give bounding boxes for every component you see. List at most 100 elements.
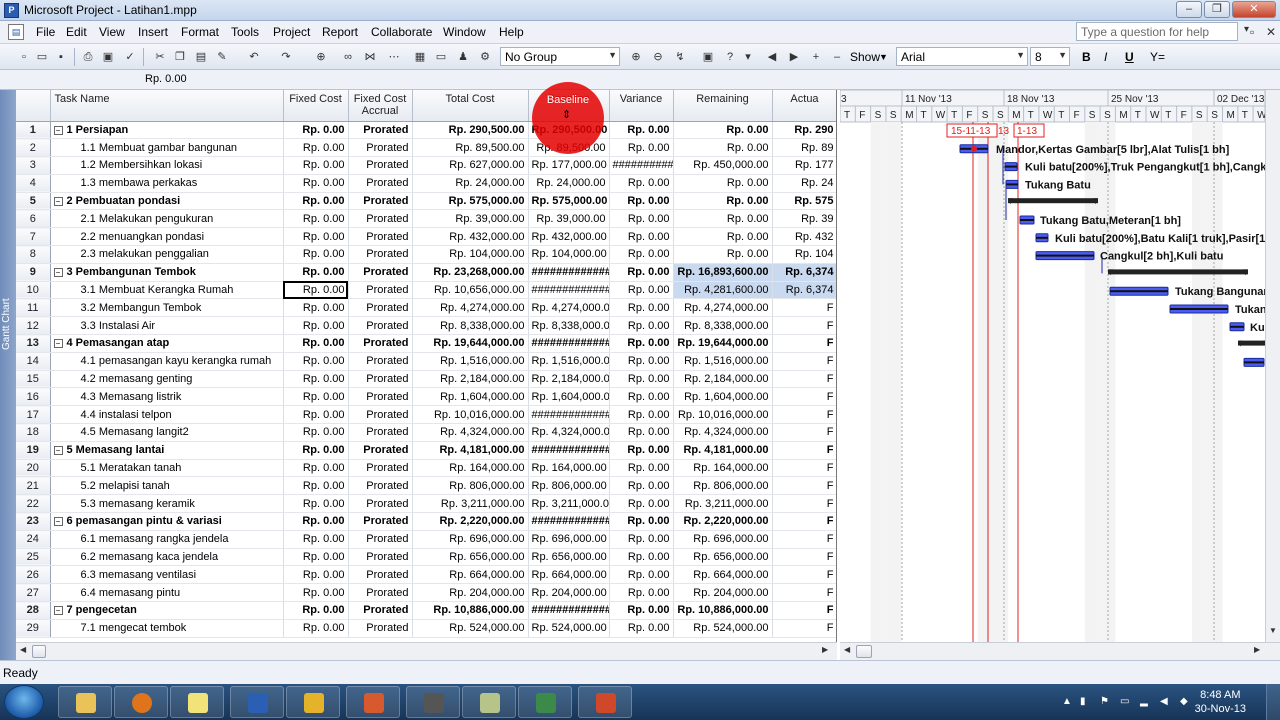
view-bar[interactable]: Gantt Chart bbox=[0, 90, 16, 660]
collapse-toggle-icon[interactable]: − bbox=[53, 339, 63, 349]
baseline-cell[interactable]: Rp. 204,000.00 bbox=[528, 583, 610, 603]
column-header-total-cost[interactable]: Total Cost bbox=[412, 90, 529, 122]
variance-cell[interactable]: Rp. 0.00 bbox=[609, 121, 674, 140]
variance-cell[interactable]: Rp. 0.00 bbox=[609, 138, 674, 158]
fixed-cost-cell[interactable]: Rp. 0.00 bbox=[283, 601, 349, 620]
variance-cell[interactable]: Rp. 0.00 bbox=[609, 530, 674, 549]
fixed-cost-accrual-cell[interactable]: Prorated bbox=[348, 494, 413, 514]
task-name-cell[interactable]: −5 Memasang lantai bbox=[50, 441, 284, 460]
table-row[interactable]: 26 6.3 memasang ventilasi Rp. 0.00 Prorated… bbox=[16, 565, 836, 585]
task-name-cell[interactable]: −6 pemasangan pintu & variasi bbox=[50, 512, 284, 531]
battery-icon[interactable]: ▭ bbox=[1120, 696, 1129, 707]
task-name-cell[interactable]: 5.1 Meratakan tanah bbox=[50, 459, 284, 478]
baseline-cell[interactable]: Rp. 3,211,000.00 bbox=[528, 494, 610, 514]
fixed-cost-accrual-cell[interactable]: Prorated bbox=[348, 619, 413, 638]
fixed-cost-cell[interactable]: Rp. 0.00 bbox=[283, 316, 349, 336]
table-row[interactable]: 18 4.5 Memasang langit2 Rp. 0.00 Prorated Rp… bbox=[16, 423, 836, 442]
taskbar-project[interactable] bbox=[518, 686, 572, 718]
gantt-chart[interactable]: 3 11 Nov '13 18 Nov '13 25 Nov '13 02 Dec '1… bbox=[840, 90, 1265, 642]
total-cost-cell[interactable]: Rp. 8,338,000.00 bbox=[412, 316, 529, 336]
start-button[interactable] bbox=[4, 685, 44, 719]
table-row[interactable]: 10 3.1 Membuat Kerangka Rumah Rp. 0.00 Pror… bbox=[16, 281, 836, 300]
column-header-baseline[interactable]: Baseline bbox=[528, 90, 610, 122]
remaining-cell[interactable]: Rp. 16,893,600.00 bbox=[673, 263, 773, 282]
variance-cell[interactable]: Rp. 0.00 bbox=[609, 263, 674, 282]
task-name-cell[interactable]: 7.1 mengecat tembok bbox=[50, 619, 284, 638]
collapse-toggle-icon[interactable]: − bbox=[53, 268, 63, 278]
link-tasks-icon[interactable]: ∞ bbox=[340, 49, 356, 65]
task-name-cell[interactable]: 1.2 Membersihkan lokasi bbox=[50, 156, 284, 175]
scroll-left-icon[interactable]: ◀ bbox=[844, 645, 850, 654]
scroll-down-icon[interactable]: ▼ bbox=[1269, 626, 1277, 635]
variance-cell[interactable]: Rp. 0.00 bbox=[609, 583, 674, 603]
task-name-cell[interactable]: 3.3 Instalasi Air bbox=[50, 316, 284, 336]
copy-icon[interactable]: ❐ bbox=[172, 49, 188, 65]
actual-cell[interactable]: Rp. 290 bbox=[772, 121, 836, 140]
fixed-cost-cell[interactable]: Rp. 0.00 bbox=[283, 298, 349, 318]
table-row[interactable]: 25 6.2 memasang kaca jendela Rp. 0.00 Prora… bbox=[16, 548, 836, 567]
fixed-cost-cell[interactable]: Rp. 0.00 bbox=[283, 583, 349, 603]
remaining-cell[interactable]: Rp. 0.00 bbox=[673, 192, 773, 211]
remaining-cell[interactable]: Rp. 1,604,000.00 bbox=[673, 387, 773, 407]
baseline-cell[interactable]: Rp. 656,000.00 bbox=[528, 548, 610, 567]
actual-cell[interactable]: Rp. 6,374 bbox=[772, 263, 836, 282]
task-name-cell[interactable]: 6.4 memasang pintu bbox=[50, 583, 284, 603]
gantt-canvas[interactable]: 3 11 Nov '13 18 Nov '13 25 Nov '13 02 Dec '1… bbox=[840, 90, 1265, 642]
fixed-cost-accrual-cell[interactable]: Prorated bbox=[348, 476, 413, 496]
italic-button[interactable]: I bbox=[1104, 50, 1107, 64]
table-row[interactable]: 15 4.2 memasang genting Rp. 0.00 Prorated Rp… bbox=[16, 370, 836, 389]
fixed-cost-accrual-cell[interactable]: Prorated bbox=[348, 245, 413, 264]
baseline-cell[interactable]: Rp. 39,000.00 bbox=[528, 209, 610, 229]
total-cost-cell[interactable]: Rp. 24,000.00 bbox=[412, 174, 529, 193]
table-row[interactable]: 17 4.4 instalasi telpon Rp. 0.00 Prorated Rp… bbox=[16, 405, 836, 425]
menu-view[interactable]: View bbox=[99, 25, 125, 39]
baseline-cell[interactable]: Rp. 696,000.00 bbox=[528, 530, 610, 549]
ms-project-app-icon[interactable]: P bbox=[4, 3, 19, 18]
variance-cell[interactable]: Rp. 0.00 bbox=[609, 459, 674, 478]
fixed-cost-cell[interactable]: Rp. 0.00 bbox=[283, 405, 349, 425]
row-id[interactable]: 13 bbox=[16, 334, 51, 353]
baseline-cell[interactable]: Rp. 290,500.00 bbox=[528, 121, 610, 140]
table-row[interactable]: 11 3.2 Membangun Tembok Rp. 0.00 Prorated Rp… bbox=[16, 298, 836, 318]
fixed-cost-cell[interactable]: Rp. 0.00 bbox=[283, 494, 349, 514]
total-cost-cell[interactable]: Rp. 2,184,000.00 bbox=[412, 370, 529, 389]
row-id[interactable]: 6 bbox=[16, 209, 51, 229]
task-name-cell[interactable]: −4 Pemasangan atap bbox=[50, 334, 284, 353]
menu-edit[interactable]: Edit bbox=[66, 25, 87, 39]
fixed-cost-cell[interactable]: Rp. 0.00 bbox=[283, 245, 349, 264]
show-dropdown[interactable]: Show bbox=[850, 50, 880, 64]
actual-cell[interactable]: Rp. 575 bbox=[772, 192, 836, 211]
taskbar-sticky-notes[interactable] bbox=[170, 686, 224, 718]
table-row[interactable]: 23−6 pemasangan pintu & variasi Rp. 0.00 P… bbox=[16, 512, 836, 531]
print-icon[interactable]: ⎙ bbox=[80, 49, 96, 65]
table-row[interactable]: 28−7 pengecetan Rp. 0.00 Prorated Rp. 10,88… bbox=[16, 601, 836, 620]
row-id[interactable]: 3 bbox=[16, 156, 51, 175]
fixed-cost-cell[interactable]: Rp. 0.00 bbox=[283, 334, 349, 353]
table-row[interactable]: 6 2.1 Melakukan pengukuran Rp. 0.00 Prorate… bbox=[16, 209, 836, 229]
fixed-cost-accrual-cell[interactable]: Prorated bbox=[348, 298, 413, 318]
total-cost-cell[interactable]: Rp. 10,656,000.00 bbox=[412, 281, 529, 300]
variance-cell[interactable]: Rp. 0.00 bbox=[609, 601, 674, 620]
scroll-right-icon[interactable]: ▶ bbox=[822, 645, 828, 654]
baseline-cell[interactable]: ############# bbox=[528, 512, 610, 531]
open-icon[interactable]: ▭ bbox=[34, 49, 50, 65]
remaining-cell[interactable]: Rp. 204,000.00 bbox=[673, 583, 773, 603]
remaining-cell[interactable]: Rp. 4,181,000.00 bbox=[673, 441, 773, 460]
fixed-cost-accrual-cell[interactable]: Prorated bbox=[348, 601, 413, 620]
menu-tools[interactable]: Tools bbox=[231, 25, 259, 39]
task-name-cell[interactable]: 6.2 memasang kaca jendela bbox=[50, 548, 284, 567]
baseline-cell[interactable]: Rp. 1,516,000.00 bbox=[528, 352, 610, 371]
variance-cell[interactable]: Rp. 0.00 bbox=[609, 494, 674, 514]
table-row[interactable]: 16 4.3 Memasang listrik Rp. 0.00 Prorated Rp… bbox=[16, 387, 836, 407]
publish-icon[interactable]: ⚙ bbox=[477, 49, 493, 65]
help-search-input[interactable]: Type a question for help bbox=[1076, 22, 1249, 41]
actual-cell[interactable]: F bbox=[772, 316, 836, 336]
fixed-cost-accrual-cell[interactable]: Prorated bbox=[348, 423, 413, 442]
row-id[interactable]: 29 bbox=[16, 619, 51, 638]
variance-cell[interactable]: Rp. 0.00 bbox=[609, 352, 674, 371]
actual-cell[interactable]: F bbox=[772, 530, 836, 549]
row-id[interactable]: 24 bbox=[16, 530, 51, 549]
actual-cell[interactable]: Rp. 89 bbox=[772, 138, 836, 158]
save-icon[interactable]: ▪ bbox=[53, 49, 69, 65]
fixed-cost-accrual-cell[interactable]: Prorated bbox=[348, 405, 413, 425]
